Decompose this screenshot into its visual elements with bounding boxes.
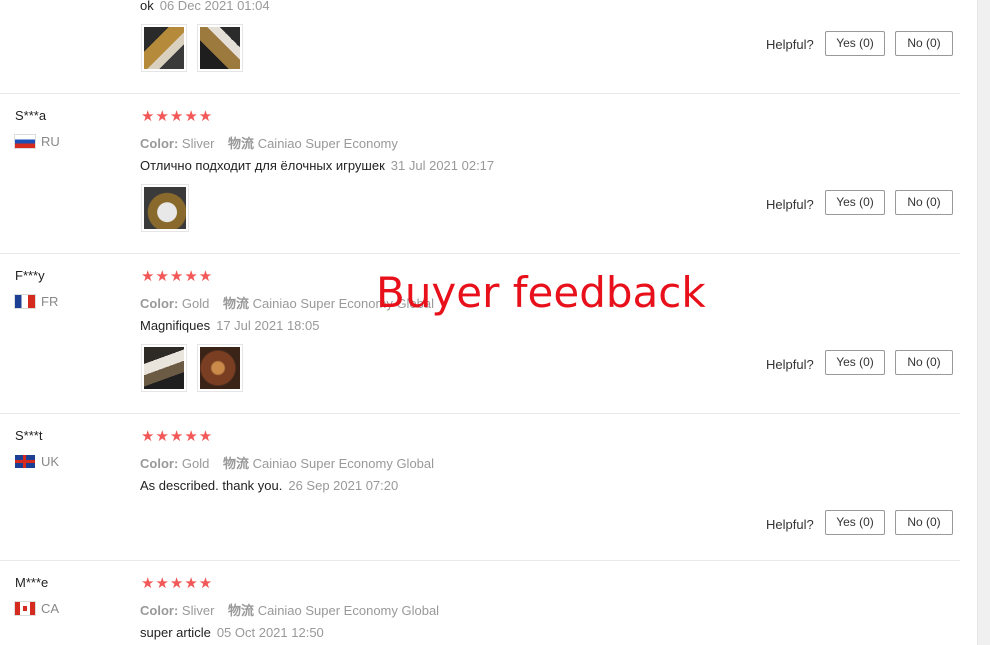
color-label: Color: — [140, 296, 179, 311]
reviewer-country: FR — [14, 294, 59, 309]
reviewer-name: F***y — [15, 268, 45, 283]
logistics-label: 物流 — [228, 603, 255, 618]
helpful-no-button[interactable]: No (0) — [895, 190, 953, 215]
review-date: 06 Dec 2021 01:04 — [159, 0, 270, 13]
logistics-value: Cainiao Super Economy — [257, 136, 398, 151]
helpful-label: Helpful? — [766, 517, 814, 532]
color-label: Color: — [140, 603, 179, 618]
reviewer-name: S***t — [15, 428, 43, 443]
reviewer-country: CA — [14, 601, 60, 616]
review-item: ok 06 Dec 2021 01:04 Helpful? Yes (0) No … — [0, 0, 960, 94]
color-value: Sliver — [181, 603, 215, 618]
country-code: UK — [41, 454, 60, 469]
review-sku-info: Color: Gold 物流 Cainiao Super Economy Glo… — [140, 453, 434, 472]
helpful-no-button[interactable]: No (0) — [895, 31, 953, 56]
france-flag-icon — [14, 294, 36, 309]
helpful-yes-button[interactable]: Yes (0) — [825, 190, 885, 215]
color-label: Color: — [140, 136, 179, 151]
review-photo-thumbnail[interactable] — [197, 344, 243, 392]
helpful-label: Helpful? — [766, 37, 814, 52]
country-code: RU — [41, 134, 60, 149]
logistics-label: 物流 — [223, 296, 250, 311]
logistics-value: Cainiao Super Economy Global — [252, 456, 435, 471]
review-photo-thumbnail[interactable] — [141, 184, 189, 232]
feedback-list: ok 06 Dec 2021 01:04 Helpful? Yes (0) No … — [0, 0, 978, 645]
vertical-scrollbar[interactable] — [977, 0, 990, 645]
canada-flag-icon — [14, 601, 36, 616]
reviewer-name: S***a — [15, 108, 47, 123]
review-sku-info: Color: Sliver 物流 Cainiao Super Economy — [140, 133, 398, 152]
helpful-label: Helpful? — [766, 197, 814, 212]
helpful-no-button[interactable]: No (0) — [895, 350, 953, 375]
review-comment: Magnifiques 17 Jul 2021 18:05 — [140, 318, 319, 333]
uk-flag-icon — [15, 455, 35, 468]
star-rating: ★★★★★ — [141, 268, 214, 285]
comment-text: ok — [140, 0, 154, 13]
reviewer-name: M***e — [15, 575, 49, 590]
star-rating: ★★★★★ — [141, 575, 214, 592]
review-photo-thumbnail[interactable] — [197, 24, 243, 72]
review-photo-thumbnail[interactable] — [141, 24, 187, 72]
comment-text: As described. thank you. — [140, 478, 283, 493]
country-code: CA — [41, 601, 60, 616]
country-code: FR — [41, 294, 59, 309]
review-comment: As described. thank you. 26 Sep 2021 07:2… — [140, 478, 398, 493]
review-comment: Отлично подходит для ёлочных игрушек 31 J… — [140, 158, 494, 173]
star-rating: ★★★★★ — [141, 108, 214, 125]
review-item: M***e CA ★★★★★ Color: Sliver 物流 Cainiao … — [0, 560, 960, 645]
star-rating: ★★★★★ — [141, 428, 214, 445]
helpful-yes-button[interactable]: Yes (0) — [825, 350, 885, 375]
reviewer-country: RU — [14, 134, 60, 149]
color-value: Sliver — [181, 136, 215, 151]
review-date: 26 Sep 2021 07:20 — [288, 478, 399, 493]
logistics-label: 物流 — [228, 136, 255, 151]
color-value: Gold — [181, 296, 210, 311]
review-item: S***a RU ★★★★★ Color: Sliver 物流 Cainiao … — [0, 93, 960, 254]
helpful-label: Helpful? — [766, 357, 814, 372]
color-value: Gold — [181, 456, 210, 471]
review-photo-thumbnail[interactable] — [141, 344, 187, 392]
buyer-feedback-overlay-title: Buyer feedback — [376, 268, 706, 317]
review-date: 31 Jul 2021 02:17 — [390, 158, 495, 173]
review-item: S***t UK ★★★★★ Color: Gold 物流 Cainiao Su… — [0, 413, 960, 561]
review-comment: super article 05 Oct 2021 12:50 — [140, 625, 324, 640]
comment-text: Отлично подходит для ёлочных игрушек — [140, 158, 385, 173]
comment-text: super article — [140, 625, 211, 640]
comment-text: Magnifiques — [140, 318, 211, 333]
helpful-yes-button[interactable]: Yes (0) — [825, 510, 885, 535]
helpful-yes-button[interactable]: Yes (0) — [825, 31, 885, 56]
review-date: 05 Oct 2021 12:50 — [216, 625, 324, 640]
helpful-no-button[interactable]: No (0) — [895, 510, 953, 535]
review-sku-info: Color: Sliver 物流 Cainiao Super Economy G… — [140, 600, 439, 619]
logistics-label: 物流 — [223, 456, 250, 471]
russia-flag-icon — [14, 134, 36, 149]
color-label: Color: — [140, 456, 179, 471]
review-comment: ok 06 Dec 2021 01:04 — [140, 0, 270, 13]
reviewer-country: UK — [15, 454, 59, 469]
review-date: 17 Jul 2021 18:05 — [216, 318, 320, 333]
logistics-value: Cainiao Super Economy Global — [257, 603, 440, 618]
